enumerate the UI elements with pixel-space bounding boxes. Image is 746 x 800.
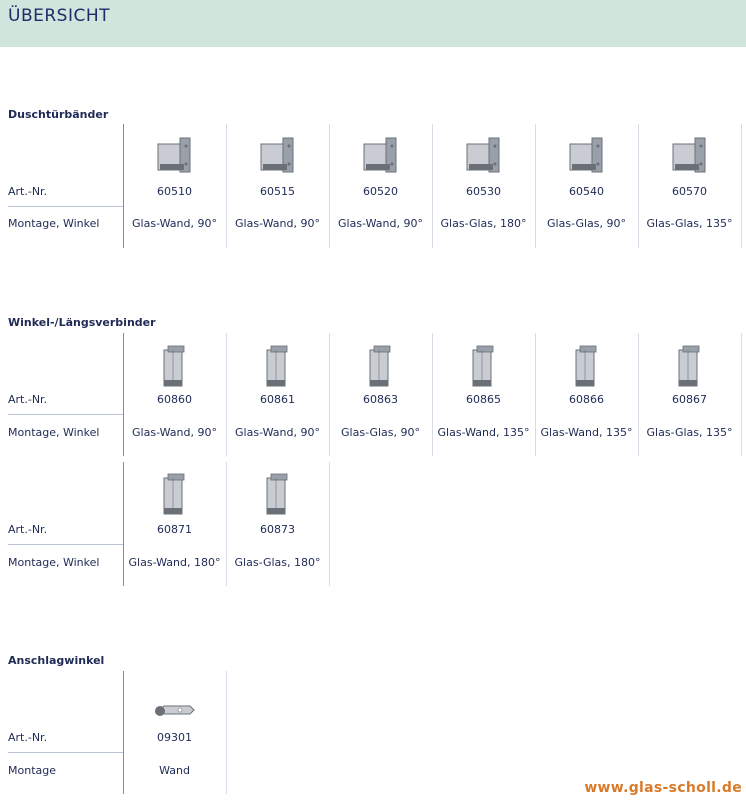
label-montage-winkel: Montage, Winkel	[8, 426, 100, 439]
mounting-angle: Glas-Glas, 90°	[547, 217, 626, 230]
section-title-anschlagwinkel: Anschlagwinkel	[8, 654, 105, 667]
mounting-angle: Glas-Wand, 90°	[235, 217, 320, 230]
article-number: 60520	[363, 185, 398, 198]
label-divider	[8, 206, 123, 207]
mounting-angle: Glas-Glas, 180°	[440, 217, 527, 230]
hinge-glass-180-icon	[432, 132, 535, 182]
connector-glass-135-icon	[638, 342, 741, 392]
article-number: 09301	[157, 731, 192, 744]
mounting-angle: Glas-Glas, 135°	[646, 426, 733, 439]
connector-wall-135-icon	[432, 342, 535, 392]
column-divider	[741, 124, 742, 248]
article-number: 60865	[466, 393, 501, 406]
hinge-wall-icon	[123, 132, 226, 182]
mounting-angle: Glas-Wand, 135°	[540, 426, 633, 439]
mounting-angle: Glas-Glas, 135°	[646, 217, 733, 230]
mounting-angle: Wand	[159, 764, 190, 777]
label-divider	[8, 752, 123, 753]
label-divider	[8, 544, 123, 545]
mounting-angle: Glas-Glas, 90°	[341, 426, 420, 439]
connector-glass-180-icon	[226, 470, 329, 520]
page-title: ÜBERSICHT	[8, 6, 111, 26]
connector-wall-90-small-icon	[226, 342, 329, 392]
mounting-angle: Glas-Wand, 90°	[132, 217, 217, 230]
label-art-nr: Art.-Nr.	[8, 185, 48, 198]
mounting-angle: Glas-Wand, 90°	[338, 217, 423, 230]
section-title-winkel-laengsverbinder: Winkel-/Längsverbinder	[8, 316, 156, 329]
label-montage: Montage	[8, 764, 56, 777]
article-number: 60871	[157, 523, 192, 536]
article-number: 60867	[672, 393, 707, 406]
mounting-angle: Glas-Wand, 90°	[235, 426, 320, 439]
article-number: 60860	[157, 393, 192, 406]
section-title-duschtuerbaender: Duschtürbänder	[8, 108, 109, 121]
article-number: 60866	[569, 393, 604, 406]
connector-wall-180-icon	[123, 470, 226, 520]
label-divider	[8, 414, 123, 415]
website-url[interactable]: www.glas-scholl.de	[584, 780, 742, 796]
label-montage-winkel: Montage, Winkel	[8, 217, 100, 230]
article-number: 60540	[569, 185, 604, 198]
mounting-angle: Glas-Wand, 90°	[132, 426, 217, 439]
connector-wall-135-b-icon	[535, 342, 638, 392]
column-divider	[741, 333, 742, 456]
article-number: 60515	[260, 185, 295, 198]
label-montage-winkel: Montage, Winkel	[8, 556, 100, 569]
article-number: 60510	[157, 185, 192, 198]
connector-wall-90-icon	[123, 342, 226, 392]
mounting-angle: Glas-Wand, 180°	[128, 556, 221, 569]
column-divider	[226, 671, 227, 794]
label-art-nr: Art.-Nr.	[8, 731, 48, 744]
mounting-angle: Glas-Glas, 180°	[234, 556, 321, 569]
label-art-nr: Art.-Nr.	[8, 523, 48, 536]
article-number: 60530	[466, 185, 501, 198]
column-divider	[329, 462, 330, 586]
article-number: 60570	[672, 185, 707, 198]
article-number: 60863	[363, 393, 398, 406]
article-number: 60873	[260, 523, 295, 536]
hinge-glass-135-icon	[638, 132, 741, 182]
label-art-nr: Art.-Nr.	[8, 393, 48, 406]
hinge-wall-wide-icon	[329, 132, 432, 182]
hinge-wall-long-icon	[226, 132, 329, 182]
hinge-glass-90-icon	[535, 132, 638, 182]
connector-glass-90-icon	[329, 342, 432, 392]
page-header: ÜBERSICHT	[0, 0, 746, 47]
mounting-angle: Glas-Wand, 135°	[437, 426, 530, 439]
article-number: 60861	[260, 393, 295, 406]
